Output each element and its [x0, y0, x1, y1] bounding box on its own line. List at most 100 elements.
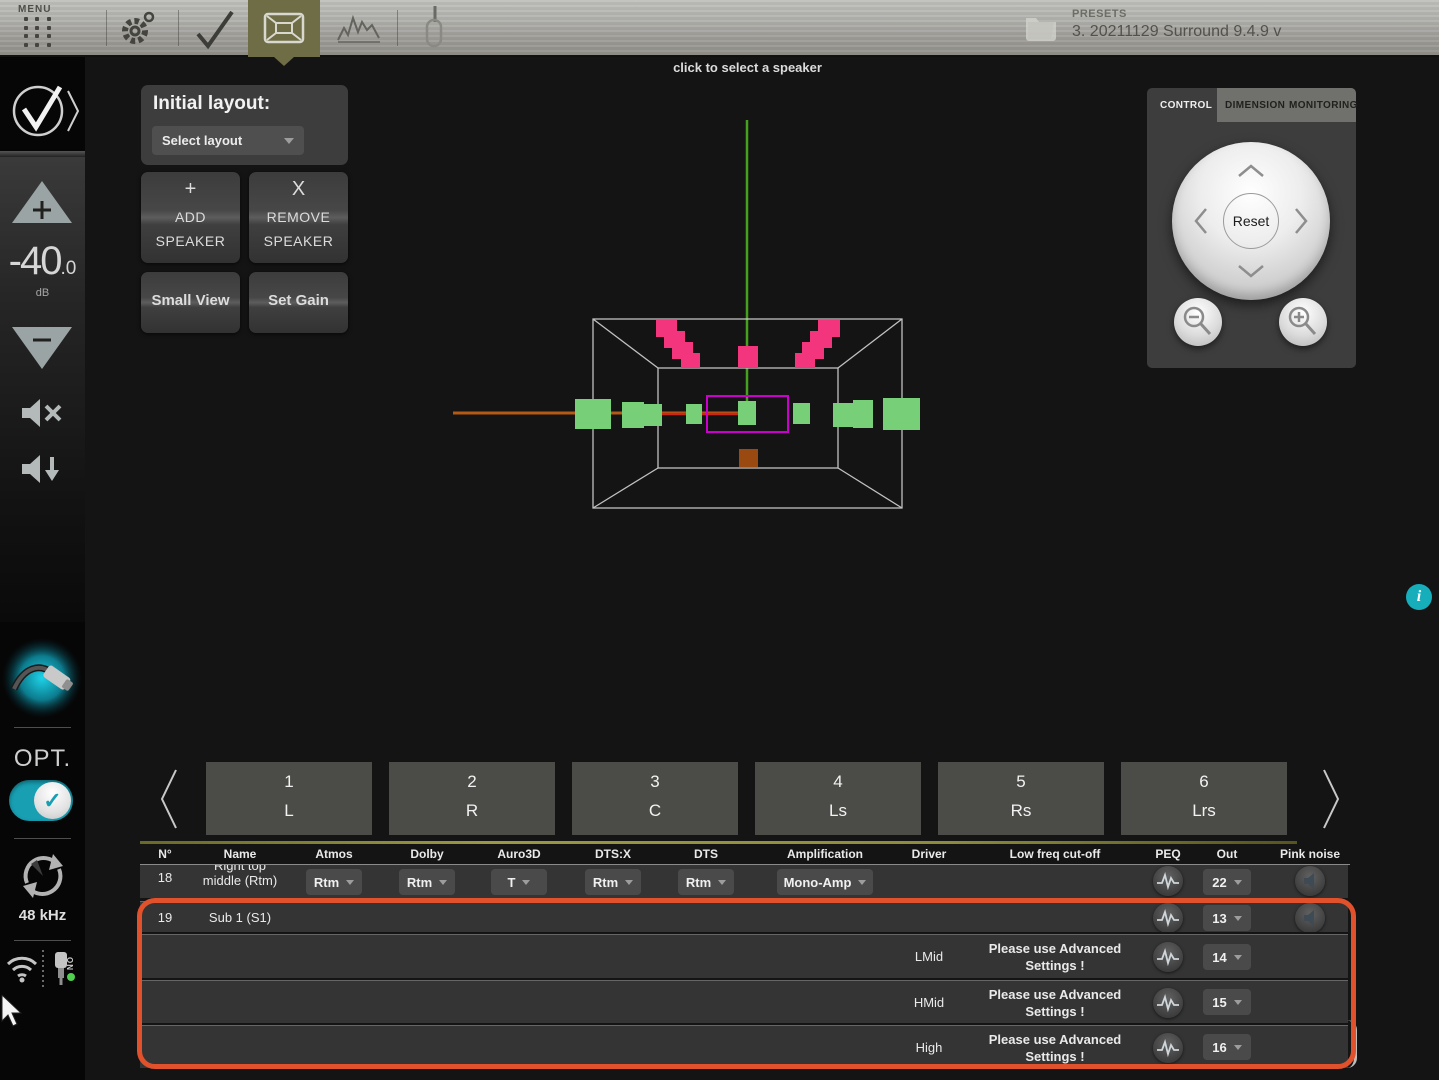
volume-up-button[interactable] [10, 179, 74, 225]
speaker-icon [1301, 872, 1319, 890]
col-header-name: Name [224, 847, 257, 861]
clock-sync-icon[interactable] [17, 850, 69, 902]
col-header-driver: Driver [912, 847, 947, 861]
table-row-high[interactable]: High Please use Advanced Settings ! 16 [140, 1025, 1348, 1068]
dolby-dropdown[interactable]: Rtm [399, 869, 455, 895]
speaker-tab-4[interactable]: 4 Ls [755, 762, 921, 835]
col-header-dtsx: DTS:X [595, 847, 631, 861]
calibration-check-icon[interactable] [192, 8, 238, 50]
out-dropdown[interactable]: 15 [1203, 989, 1251, 1015]
chevron-up-icon [1239, 166, 1263, 176]
tab-monitoring[interactable]: MONITORING [1289, 88, 1358, 122]
row-num: 18 [158, 870, 172, 885]
speaker-tab-label: R [389, 801, 555, 821]
sidebar-divider [14, 940, 71, 941]
toolbar-separator [178, 10, 179, 46]
preset-name: 3. 20211129 Surround 9.4.9 v [1072, 23, 1281, 41]
add-speaker-button[interactable]: + ADD SPEAKER [141, 172, 240, 263]
xlr-input-icon[interactable] [0, 637, 85, 719]
speaker-tab-5[interactable]: 5 Rs [938, 762, 1104, 835]
waveform-graph-icon[interactable] [334, 8, 384, 52]
wifi-icon[interactable] [4, 952, 40, 984]
speaker-tab-number: 1 [206, 772, 372, 792]
tabs-scroll-left-button[interactable] [156, 768, 182, 830]
microphone-icon[interactable] [418, 4, 448, 54]
speaker-tab-6[interactable]: 6 Lrs [1121, 762, 1287, 835]
peq-button[interactable] [1153, 866, 1183, 896]
chevron-down-icon [1234, 1045, 1242, 1050]
sidebar-divider [14, 838, 71, 839]
chevron-down-icon [346, 880, 354, 885]
room-3d-view[interactable] [400, 100, 960, 520]
toolbar-separator [397, 10, 398, 46]
table-row-lmid[interactable]: LMid Please use Advanced Settings ! 14 [140, 934, 1348, 978]
remove-speaker-button[interactable]: X REMOVE SPEAKER [249, 172, 348, 263]
speaker-setup-tab-active[interactable] [248, 0, 320, 57]
mute-button[interactable] [20, 397, 66, 429]
optical-label: OPT. [0, 745, 85, 773]
table-row-hmid[interactable]: HMid Please use Advanced Settings ! 15 [140, 980, 1348, 1023]
out-dropdown[interactable]: 16 [1203, 1034, 1251, 1060]
col-header-peq: PEQ [1155, 847, 1180, 861]
small-view-button[interactable]: Small View [141, 272, 240, 333]
icon-dotted-divider [40, 950, 46, 988]
layout-select-value: Select layout [162, 133, 242, 148]
amplification-dropdown[interactable]: Mono-Amp [777, 869, 873, 895]
table-row-19[interactable]: 19 Sub 1 (S1) 13 [140, 901, 1348, 932]
chevron-down-icon [1234, 880, 1242, 885]
speaker-tab-1[interactable]: 1 L [206, 762, 372, 835]
settings-gear-icon[interactable] [116, 8, 158, 50]
table-row-18[interactable]: 18 Right top middle (Rtm) Rtm Rtm T Rtm … [140, 865, 1348, 898]
peq-button[interactable] [1153, 988, 1183, 1018]
optical-toggle[interactable]: ✓ [9, 780, 73, 821]
set-gain-button[interactable]: Set Gain [249, 272, 348, 333]
out-dropdown[interactable]: 22 [1203, 869, 1251, 895]
pink-noise-button[interactable] [1295, 866, 1325, 896]
view-dpad[interactable]: Reset [1172, 142, 1330, 300]
volume-db-value: -40 [9, 239, 61, 283]
menu-grid-icon[interactable] [24, 17, 58, 51]
out-dropdown[interactable]: 13 [1203, 905, 1251, 931]
col-header-amplification: Amplification [787, 847, 863, 861]
layout-select-dropdown[interactable]: Select layout [152, 126, 304, 155]
tab-dimension[interactable]: DIMENSION [1225, 88, 1285, 122]
toolbar-separator [106, 10, 107, 46]
atmos-dropdown[interactable]: Rtm [306, 869, 362, 895]
sample-rate-label: 48 kHz [0, 907, 85, 924]
info-button[interactable]: i [1406, 584, 1432, 610]
zoom-out-button[interactable] [1174, 298, 1222, 346]
plus-icon: + [141, 178, 240, 201]
dtsx-dropdown[interactable]: Rtm [585, 869, 641, 895]
row-name: Right top middle (Rtm) [203, 865, 277, 888]
peq-button[interactable] [1153, 903, 1183, 932]
speaker-icon [1301, 909, 1319, 927]
speaker-tab-3[interactable]: 3 C [572, 762, 738, 835]
left-sidebar: -40.0 dB OPT. ✓ [0, 57, 85, 1080]
room-perspective-icon [248, 0, 320, 57]
peq-button[interactable] [1153, 1033, 1183, 1063]
reset-view-button[interactable]: Reset [1223, 193, 1279, 249]
volume-down-button[interactable] [10, 325, 74, 371]
add-speaker-label-2: SPEAKER [141, 233, 240, 249]
zoom-in-button[interactable] [1279, 298, 1327, 346]
driver-label: LMid [915, 949, 943, 964]
magnifier-minus-icon [1174, 298, 1222, 346]
chevron-right-icon [1296, 209, 1306, 233]
x-icon: X [249, 178, 348, 201]
out-dropdown[interactable]: 14 [1203, 944, 1251, 970]
peq-button[interactable] [1153, 942, 1183, 972]
dim-button[interactable] [20, 452, 66, 486]
speaker-tab-2[interactable]: 2 R [389, 762, 555, 835]
volume-db-unit: dB [0, 287, 85, 299]
peq-curve-icon [1156, 909, 1180, 927]
chevron-down-icon [1234, 916, 1242, 921]
auro3d-dropdown[interactable]: T [491, 869, 547, 895]
col-header-auro3d: Auro3D [497, 847, 540, 861]
tab-control[interactable]: CONTROL [1160, 88, 1212, 122]
chevron-down-icon [718, 880, 726, 885]
presets-group[interactable]: PRESETS 3. 20211129 Surround 9.4.9 v [1022, 8, 1281, 44]
pink-noise-button[interactable] [1295, 903, 1325, 932]
remove-speaker-label-2: SPEAKER [249, 233, 348, 249]
dts-dropdown[interactable]: Rtm [678, 869, 734, 895]
tabs-scroll-right-button[interactable] [1318, 768, 1344, 830]
